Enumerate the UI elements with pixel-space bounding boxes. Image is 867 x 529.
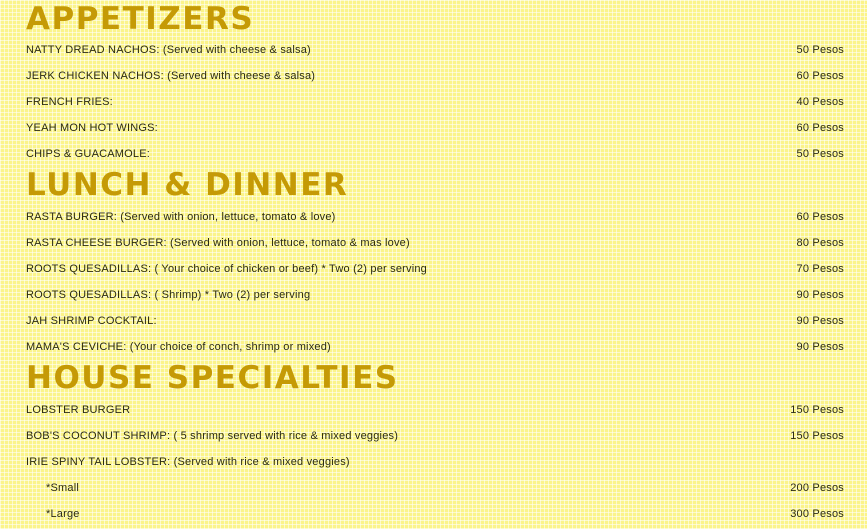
item-name: LOBSTER BURGER: [26, 404, 131, 416]
menu-item-option: *Small 200 Pesos: [26, 479, 844, 497]
item-price: 60 Pesos: [796, 211, 844, 223]
menu-item: BOB'S COCONUT SHRIMP: ( 5 shrimp served …: [26, 427, 844, 445]
item-price: 200 Pesos: [790, 482, 844, 494]
item-name: ROOTS QUESADILLAS: ( Your choice of chic…: [26, 263, 427, 275]
item-price: 80 Pesos: [796, 237, 844, 249]
menu-item: FRENCH FRIES: 40 Pesos: [26, 93, 844, 111]
item-name: JAH SHRIMP COCKTAIL:: [26, 315, 157, 327]
item-name: MAMA'S CEVICHE: (Your choice of conch, s…: [26, 341, 331, 353]
item-name: CHIPS & GUACAMOLE:: [26, 148, 151, 160]
menu-item: RASTA CHEESE BURGER: (Served with onion,…: [26, 234, 844, 252]
item-price: 150 Pesos: [790, 430, 844, 442]
menu-item: NATTY DREAD NACHOS: (Served with cheese …: [26, 41, 844, 59]
item-price: 70 Pesos: [796, 263, 844, 275]
item-name: *Large: [46, 508, 80, 520]
menu-item: JERK CHICKEN NACHOS: (Served with cheese…: [26, 67, 844, 85]
item-name: YEAH MON HOT WINGS:: [26, 122, 158, 134]
item-name: ROOTS QUESADILLAS: ( Shrimp) * Two (2) p…: [26, 289, 311, 301]
menu-item: ROOTS QUESADILLAS: ( Your choice of chic…: [26, 260, 844, 278]
item-price: 60 Pesos: [796, 70, 844, 82]
item-price: 90 Pesos: [796, 341, 844, 353]
item-name: RASTA CHEESE BURGER: (Served with onion,…: [26, 237, 410, 249]
item-price: 50 Pesos: [796, 44, 844, 56]
item-price: 300 Pesos: [790, 508, 844, 520]
item-name: RASTA BURGER: (Served with onion, lettuc…: [26, 211, 336, 223]
item-price: 150 Pesos: [790, 404, 844, 416]
item-price: 50 Pesos: [796, 148, 844, 160]
item-name: IRIE SPINY TAIL LOBSTER: (Served with ri…: [26, 456, 350, 468]
menu-item-option: *Large 300 Pesos: [26, 505, 844, 523]
item-price: 60 Pesos: [796, 122, 844, 134]
item-name: FRENCH FRIES:: [26, 96, 113, 108]
item-price: 90 Pesos: [796, 289, 844, 301]
item-price: 90 Pesos: [796, 315, 844, 327]
menu-item: YEAH MON HOT WINGS: 60 Pesos: [26, 119, 844, 137]
section-title-house-specialties: HOUSE SPECIALTIES: [26, 360, 399, 396]
menu-item: IRIE SPINY TAIL LOBSTER: (Served with ri…: [26, 453, 844, 471]
menu-item: MAMA'S CEVICHE: (Your choice of conch, s…: [26, 338, 844, 356]
item-name: *Small: [46, 482, 79, 494]
section-title-appetizers: APPETIZERS: [26, 1, 255, 37]
menu-item: CHIPS & GUACAMOLE: 50 Pesos: [26, 145, 844, 163]
menu: APPETIZERS NATTY DREAD NACHOS: (Served w…: [0, 0, 867, 529]
menu-item: LOBSTER BURGER 150 Pesos: [26, 401, 844, 419]
item-name: BOB'S COCONUT SHRIMP: ( 5 shrimp served …: [26, 430, 399, 442]
menu-item: ROOTS QUESADILLAS: ( Shrimp) * Two (2) p…: [26, 286, 844, 304]
item-price: 40 Pesos: [796, 96, 844, 108]
section-title-lunch-dinner: LUNCH & DINNER: [26, 167, 349, 203]
menu-item: RASTA BURGER: (Served with onion, lettuc…: [26, 208, 844, 226]
item-name: NATTY DREAD NACHOS: (Served with cheese …: [26, 44, 311, 56]
item-name: JERK CHICKEN NACHOS: (Served with cheese…: [26, 70, 316, 82]
menu-item: JAH SHRIMP COCKTAIL: 90 Pesos: [26, 312, 844, 330]
